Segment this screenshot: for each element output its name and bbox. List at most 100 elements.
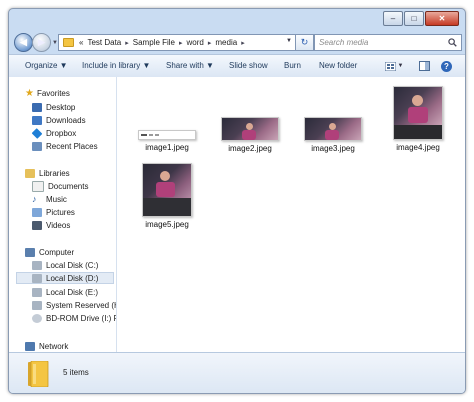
item-count: 5 items [63,368,89,377]
minimize-button[interactable]: – [383,11,403,26]
file-item[interactable]: image4.jpeg [390,86,446,152]
help-button[interactable]: ? [440,59,453,73]
star-icon: ★ [25,87,34,99]
file-item[interactable]: image1.jpeg [135,122,199,152]
file-item[interactable]: image2.jpeg [218,117,282,153]
disc-drive-icon [32,313,42,323]
file-name: image5.jpeg [145,220,189,229]
nav-item-bd-rom-drive[interactable]: BD-ROM Drive (I:) P: [32,312,116,324]
file-item[interactable]: image5.jpeg [139,163,195,229]
photo-shirt [325,130,339,140]
nav-computer[interactable]: Computer [25,246,74,258]
documents-icon [32,180,44,192]
burn-button[interactable]: Burn [284,61,301,70]
nav-item-label: Local Disk (E:) [46,287,99,297]
folder-icon [28,361,49,387]
libraries-icon [25,168,35,178]
videos-icon [32,220,42,230]
downloads-icon [32,115,42,125]
address-bar[interactable]: « Test Data ▸ Sample File ▸ word ▸ media… [58,34,296,51]
nav-item-label: Recent Places [46,141,98,151]
breadcrumb-sample-file[interactable]: Sample File [133,38,175,47]
nav-item-dropbox[interactable]: Dropbox [31,127,77,139]
drive-icon [32,300,42,310]
breadcrumb-overflow[interactable]: « [79,38,83,47]
nav-computer-label: Computer [39,247,75,257]
nav-item-label: Downloads [46,115,86,125]
address-row: ◀ ▶ ▼ « Test Data ▸ Sample File ▸ word ▸… [9,31,465,53]
photo-face [329,123,336,130]
chevron-right-icon[interactable]: ▸ [125,39,129,47]
breadcrumb-media[interactable]: media [215,38,237,47]
chevron-right-icon[interactable]: ▸ [179,39,183,47]
nav-item-videos[interactable]: Videos [32,219,70,231]
folder-icon [63,38,74,47]
search-input[interactable]: Search media [319,38,448,47]
nav-network[interactable]: Network [25,340,68,352]
image-thumbnail [221,117,279,141]
photo-shirt [408,107,428,123]
nav-item-label: Pictures [46,207,75,217]
refresh-icon: ↻ [300,37,309,47]
close-button[interactable]: ✕ [425,11,459,26]
nav-item-local-disk-d[interactable]: Local Disk (D:) [16,272,114,284]
nav-item-label: Local Disk (C:) [46,260,99,270]
view-dropdown[interactable]: ▼ [398,63,404,69]
dropbox-icon [31,127,43,139]
photo-caption-bar [143,198,191,216]
file-name: image3.jpeg [311,144,355,153]
address-dropdown[interactable]: ▼ [286,38,292,44]
nav-item-music[interactable]: ♪ Music [32,193,67,205]
nav-item-downloads[interactable]: Downloads [32,114,86,126]
file-list[interactable]: image1.jpeg image2.jpeg image3.jpeg imag… [117,77,465,352]
image-thumbnail [393,86,443,140]
slide-show-button[interactable]: Slide show [229,61,268,70]
window-controls: – □ ✕ [382,11,459,26]
nav-item-system-reserved[interactable]: System Reserved (H: [32,299,116,311]
nav-item-label: Dropbox [46,128,77,138]
nav-item-pictures[interactable]: Pictures [32,206,75,218]
nav-libraries-label: Libraries [39,168,70,178]
nav-item-local-disk-e[interactable]: Local Disk (E:) [32,286,98,298]
chevron-right-icon[interactable]: ▸ [208,39,212,47]
search-icon[interactable] [448,38,457,47]
nav-item-label: Videos [46,220,71,230]
photo-face [246,123,253,130]
back-button[interactable]: ◀ [14,33,33,52]
drive-icon [32,260,42,270]
nav-libraries[interactable]: Libraries [25,167,70,179]
details-pane: 5 items [9,352,465,393]
navigation-pane[interactable]: ★ Favorites Desktop Downloads Dropbox Re… [9,77,117,352]
preview-pane-button[interactable] [418,59,430,73]
nav-favorites[interactable]: ★ Favorites [25,87,70,99]
nav-item-desktop[interactable]: Desktop [32,101,75,113]
breadcrumb-test-data[interactable]: Test Data [87,38,121,47]
view-icon [384,61,396,71]
new-folder-button[interactable]: New folder [319,61,357,70]
chevron-right-icon[interactable]: ▸ [241,39,245,47]
forward-button[interactable]: ▶ [32,33,51,52]
nav-item-documents[interactable]: Documents [32,180,88,192]
organize-menu[interactable]: Organize ▼ [25,61,68,70]
share-with-menu[interactable]: Share with ▼ [166,61,214,70]
network-icon [25,341,35,351]
maximize-button[interactable]: □ [404,11,424,26]
breadcrumb-word[interactable]: word [187,38,204,47]
refresh-button[interactable]: ↻ [295,34,314,51]
nav-item-label: Local Disk (D:) [46,273,99,283]
search-box[interactable]: Search media [314,34,462,51]
change-view-button[interactable]: ▼ [382,59,406,73]
file-name: image1.jpeg [145,143,189,152]
photo-shirt [156,182,175,197]
desktop-icon [32,102,42,112]
include-in-library-menu[interactable]: Include in library ▼ [82,61,150,70]
nav-favorites-label: Favorites [36,88,70,98]
drive-icon [32,287,42,297]
nav-item-local-disk-c[interactable]: Local Disk (C:) [32,259,98,271]
help-icon: ? [441,60,452,72]
photo-face [412,95,423,106]
nav-item-recent-places[interactable]: Recent Places [32,140,98,152]
photo-caption-bar [394,125,442,139]
file-item[interactable]: image3.jpeg [301,117,365,153]
drive-icon [32,273,42,283]
